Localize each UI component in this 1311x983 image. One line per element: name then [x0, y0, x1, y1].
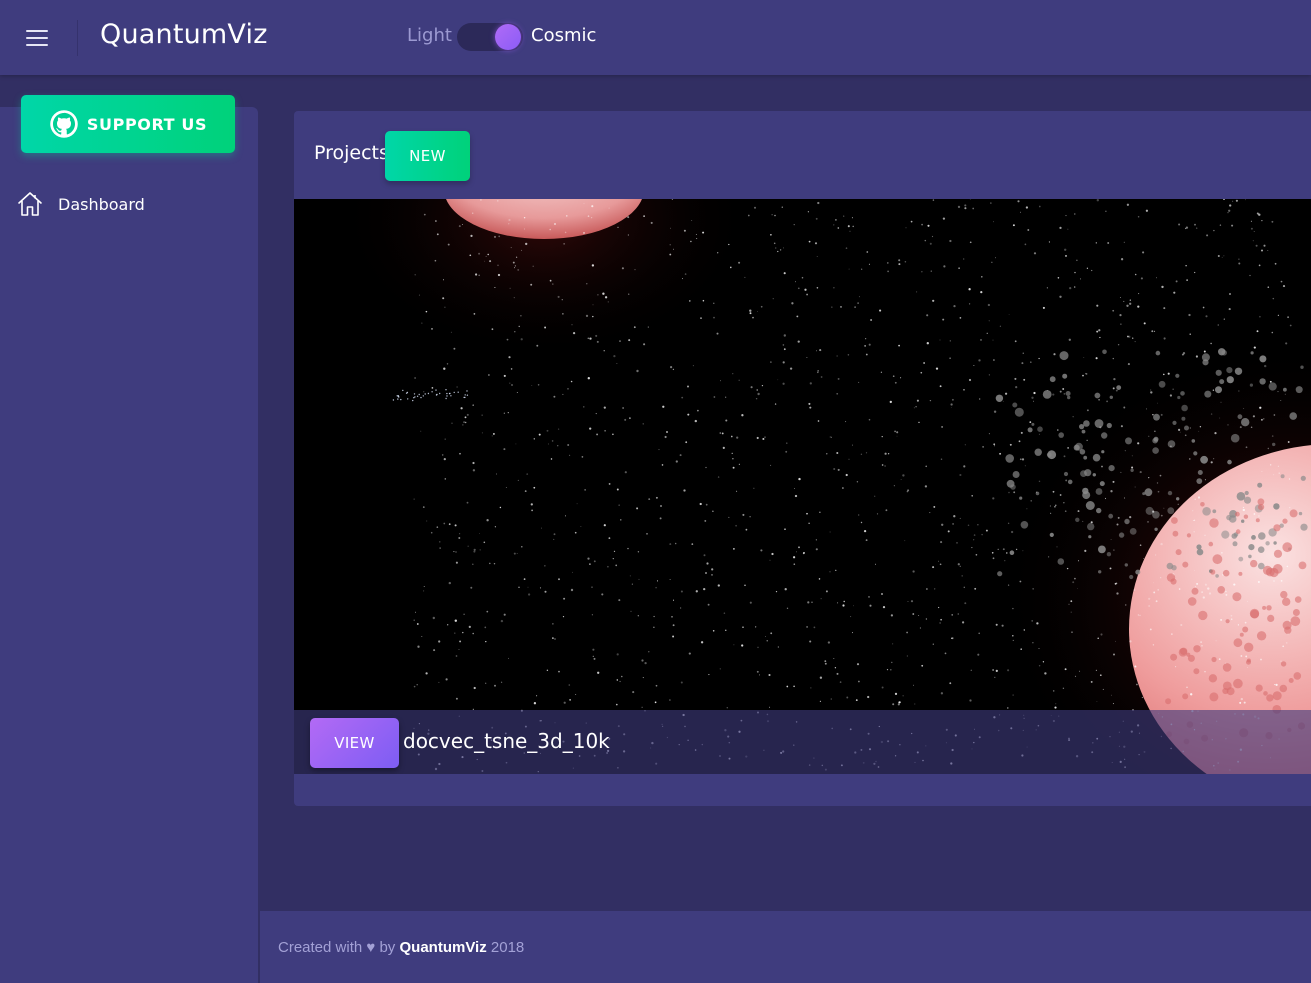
support-us-button[interactable]: SUPPORT US: [21, 95, 235, 153]
project-caption-bar: VIEW docvec_tsne_3d_10k: [294, 710, 1311, 774]
page-title: Projects: [314, 142, 389, 164]
footer-by: by: [379, 939, 396, 956]
heart-icon: ♥: [366, 939, 376, 956]
sidebar-item-label: Dashboard: [58, 194, 145, 214]
footer-credits: Created with ♥ by QuantumViz 2018: [278, 939, 524, 956]
home-icon: [18, 192, 42, 216]
theme-cosmic-label[interactable]: Cosmic: [531, 25, 596, 46]
projects-card: Projects NEW VIEW docvec_tsne_3d_10k: [294, 111, 1311, 806]
top-navbar: QuantumViz Light Cosmic: [0, 0, 1311, 75]
github-icon: [50, 110, 78, 138]
sidebar: [0, 107, 258, 983]
footer-year: 2018: [490, 939, 525, 956]
theme-toggle-knob: [495, 24, 521, 50]
project-thumbnail[interactable]: VIEW docvec_tsne_3d_10k: [294, 199, 1311, 774]
footer: Created with ♥ by QuantumViz 2018: [260, 911, 1311, 983]
theme-light-label[interactable]: Light: [407, 25, 452, 46]
header-divider: [77, 20, 78, 56]
sidebar-item-dashboard[interactable]: Dashboard: [16, 188, 246, 220]
new-project-button[interactable]: NEW: [385, 131, 470, 181]
project-name: docvec_tsne_3d_10k: [403, 729, 610, 753]
hamburger-icon[interactable]: [24, 27, 52, 49]
footer-prefix: Created with: [278, 939, 363, 956]
cosmic-scene-image: [294, 199, 1311, 774]
theme-toggle[interactable]: [457, 23, 523, 51]
brand-title: QuantumViz: [100, 19, 268, 50]
view-project-button[interactable]: VIEW: [310, 718, 399, 768]
support-us-label: SUPPORT US: [86, 114, 208, 134]
footer-brand-link[interactable]: QuantumViz: [399, 939, 486, 956]
